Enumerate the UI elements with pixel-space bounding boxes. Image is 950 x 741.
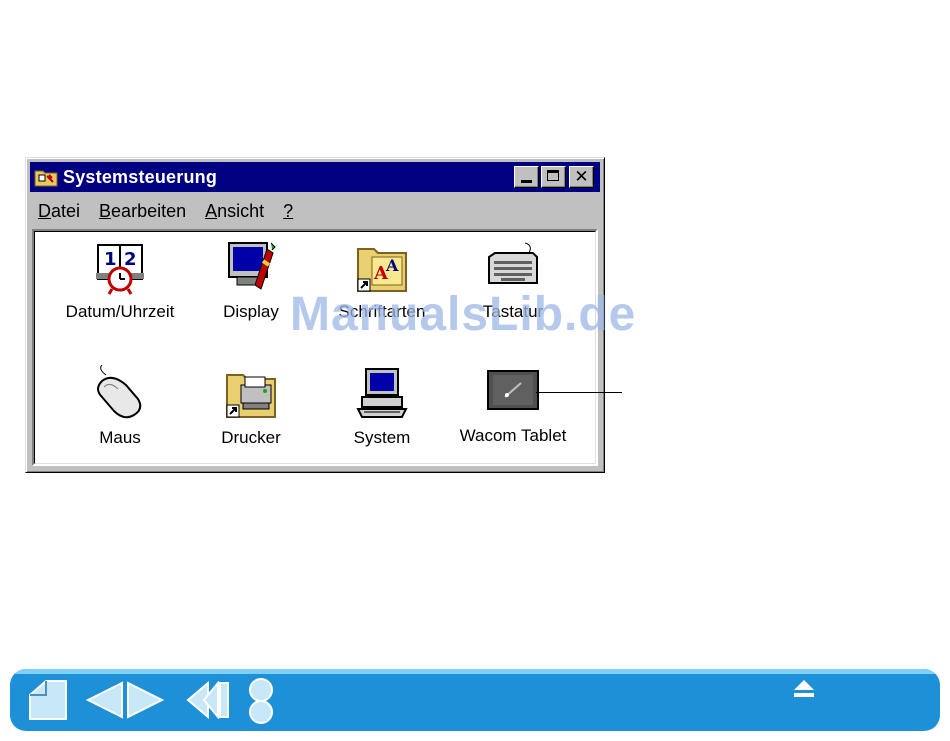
maximize-button[interactable] (541, 166, 566, 188)
svg-text:A: A (385, 256, 399, 275)
menu-bar: Datei Bearbeiten Ansicht ? (38, 198, 312, 224)
next-page-icon[interactable] (126, 681, 166, 719)
computer-icon (356, 368, 408, 418)
menu-accelerator: ? (283, 201, 294, 221)
minimize-icon (521, 180, 532, 183)
callout-line (536, 392, 622, 393)
item-label: Datum/Uhrzeit (65, 302, 175, 321)
eject-icon[interactable] (792, 678, 816, 700)
item-label: Drucker (221, 428, 281, 447)
printer-folder-icon (226, 374, 276, 418)
menu-help[interactable]: ? (283, 198, 293, 224)
watermark: ManualsLib.de (290, 288, 637, 341)
menu-label: earbeiten (111, 201, 187, 221)
display-icon (228, 242, 276, 290)
item-maus[interactable]: Maus (55, 364, 185, 448)
minimize-button[interactable] (514, 166, 539, 188)
item-drucker[interactable]: Drucker (186, 365, 316, 448)
title-bar[interactable]: Systemsteuerung ✕ (30, 162, 600, 192)
menu-ansicht[interactable]: Ansicht (205, 198, 264, 224)
menu-label: atei (51, 201, 81, 221)
menu-datei[interactable]: Datei (38, 198, 80, 224)
control-panel-icon (34, 170, 58, 187)
home-icon[interactable] (26, 679, 72, 721)
menu-bearbeiten[interactable]: Bearbeiten (99, 198, 186, 224)
close-icon: ✕ (574, 167, 589, 187)
item-wacom-tablet[interactable]: Wacom Tablet (448, 363, 578, 446)
menu-accelerator: A (205, 201, 218, 221)
icon-view: 1 2 Datum/Uhrzeit Display A A Schriftart… (32, 229, 598, 466)
menu-accelerator: D (38, 201, 51, 221)
item-label: Wacom Tablet (459, 426, 567, 445)
tablet-icon (487, 370, 539, 410)
svg-text:1: 1 (104, 249, 117, 270)
item-label: System (353, 428, 411, 447)
window-title: Systemsteuerung (63, 166, 218, 187)
close-button[interactable]: ✕ (569, 166, 594, 188)
item-datum-uhrzeit[interactable]: 1 2 Datum/Uhrzeit (55, 239, 185, 322)
maximize-icon (547, 170, 559, 181)
menu-label: nsicht (217, 201, 265, 221)
calendar-clock-icon: 1 2 (96, 244, 144, 295)
item-system[interactable]: System (317, 365, 447, 448)
navigation-bar (10, 669, 940, 731)
menu-accelerator: B (99, 201, 112, 221)
index-icon[interactable] (248, 677, 274, 725)
mouse-icon (97, 364, 142, 419)
svg-text:2: 2 (124, 249, 137, 270)
prev-page-icon[interactable] (84, 681, 124, 719)
back-icon[interactable] (186, 681, 232, 719)
item-label: Maus (99, 428, 141, 447)
